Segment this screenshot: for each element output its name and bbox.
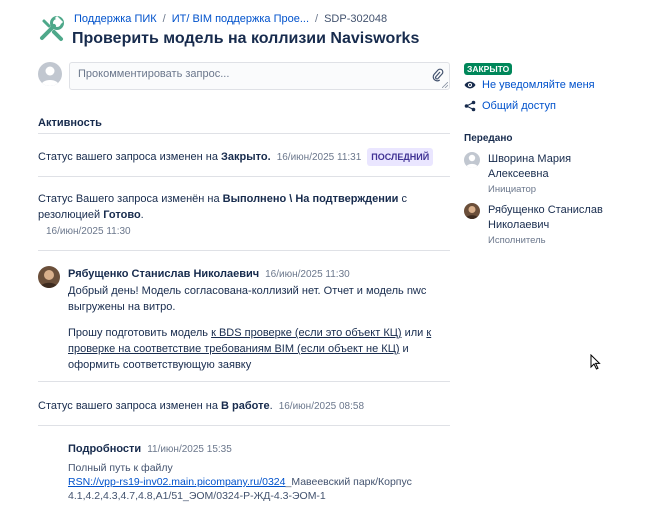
status-badge: ЗАКРЫТО (464, 63, 513, 75)
entry-timestamp: 16/июн/2025 11:30 (46, 226, 131, 237)
breadcrumb-separator: / (315, 13, 319, 25)
file-path-link[interactable]: RSN://vpp-rs19-inv02.main.picompany.ru/0… (68, 476, 286, 488)
activity-entry-done: Статус Вашего запроса изменён на Выполне… (38, 191, 450, 240)
activity-entry-in-progress: Статус вашего запроса изменен на В работ… (38, 398, 450, 415)
details-header: Подробности 11/июн/2025 15:35 (68, 443, 232, 455)
divider (38, 250, 450, 251)
entry-text: . (269, 400, 273, 412)
avatar (464, 203, 480, 219)
comment-timestamp: 16/июн/2025 11:30 (265, 269, 350, 280)
unsubscribe-label: Не уведомляйте меня (482, 79, 595, 91)
comment-paragraph: Добрый день! Модель согласована-коллизий… (68, 285, 427, 313)
entry-text: Статус вашего запроса изменен на (38, 151, 222, 163)
details-path-label: Полный путь к файлу (68, 462, 173, 474)
resize-handle-icon[interactable] (442, 82, 448, 88)
comment-paragraph: Прошу подготовить модель к BDS проверке … (68, 325, 450, 373)
requester-role: Инициатор (488, 184, 537, 195)
breadcrumb-project-link[interactable]: Поддержка ПИК (74, 13, 157, 25)
details-path: RSN://vpp-rs19-inv02.main.picompany.ru/0… (68, 475, 450, 503)
avatar (38, 266, 60, 288)
breadcrumb: Поддержка ПИК / ИТ/ BIM поддержка Прое... /… (74, 13, 387, 25)
entry-status: В работе (221, 400, 270, 412)
entry-text: Статус Вашего запроса изменён на (38, 193, 223, 205)
breadcrumb-issue-key[interactable]: SDP-302048 (324, 13, 387, 25)
breadcrumb-service-link[interactable]: ИТ/ BIM поддержка Прое... (172, 13, 309, 25)
entry-status: Закрыто. (221, 151, 271, 163)
entry-status: Выполнено \ На подтверждении (222, 193, 399, 205)
assignee-role: Исполнитель (488, 235, 546, 246)
avatar-icon (38, 62, 62, 86)
comment-placeholder: Прокомментировать запрос... (78, 68, 230, 80)
unsubscribe-link[interactable]: Не уведомляйте меня (464, 79, 595, 91)
comment-text: Прошу подготовить модель (68, 327, 212, 339)
divider (38, 425, 450, 426)
tools-logo-icon (40, 15, 64, 41)
latest-badge: ПОСЛЕДНИЙ (367, 148, 434, 166)
comment-author[interactable]: Рябущенко Станислав Николаевич (68, 268, 259, 280)
page-title: Проверить модель на коллизии Navisworks (72, 30, 420, 47)
shared-with-heading: Передано (464, 133, 513, 144)
eye-icon (464, 81, 476, 89)
activity-entry-closed: Статус вашего запроса изменен на Закрыто… (38, 148, 450, 166)
details-timestamp: 11/июн/2025 15:35 (147, 444, 232, 455)
assignee-name[interactable]: Рябущенко Станислав Николаевич (488, 203, 613, 233)
share-icon (464, 100, 476, 112)
details-body: Полный путь к файлу RSN://vpp-rs19-inv02… (68, 461, 450, 503)
divider (38, 176, 450, 177)
breadcrumb-separator: / (162, 13, 166, 25)
requester-name[interactable]: Шворина Мария Алексеевна (488, 152, 613, 182)
bds-check-link[interactable]: к BDS проверке (если это объект КЦ) (211, 327, 401, 339)
divider (38, 381, 450, 382)
paperclip-icon[interactable] (432, 68, 444, 82)
entry-text: Статус вашего запроса изменен на (38, 400, 222, 412)
comment-text: или (401, 327, 427, 339)
cursor-icon (590, 354, 601, 370)
comment-body: Добрый день! Модель согласована-коллизий… (68, 283, 450, 373)
avatar-icon (464, 152, 480, 168)
comment-input[interactable]: Прокомментировать запрос... (69, 62, 450, 90)
entry-resolution: Готово (103, 209, 141, 221)
entry-text: . (140, 209, 144, 221)
share-link[interactable]: Общий доступ (464, 100, 556, 112)
entry-timestamp: 16/июн/2025 08:58 (278, 401, 365, 412)
activity-heading: Активность (38, 117, 102, 129)
share-label: Общий доступ (482, 100, 556, 112)
details-label: Подробности (68, 443, 142, 455)
comment-header: Рябущенко Станислав Николаевич 16/июн/202… (68, 268, 350, 280)
entry-timestamp: 16/июн/2025 11:31 (276, 152, 362, 163)
divider (38, 133, 450, 134)
